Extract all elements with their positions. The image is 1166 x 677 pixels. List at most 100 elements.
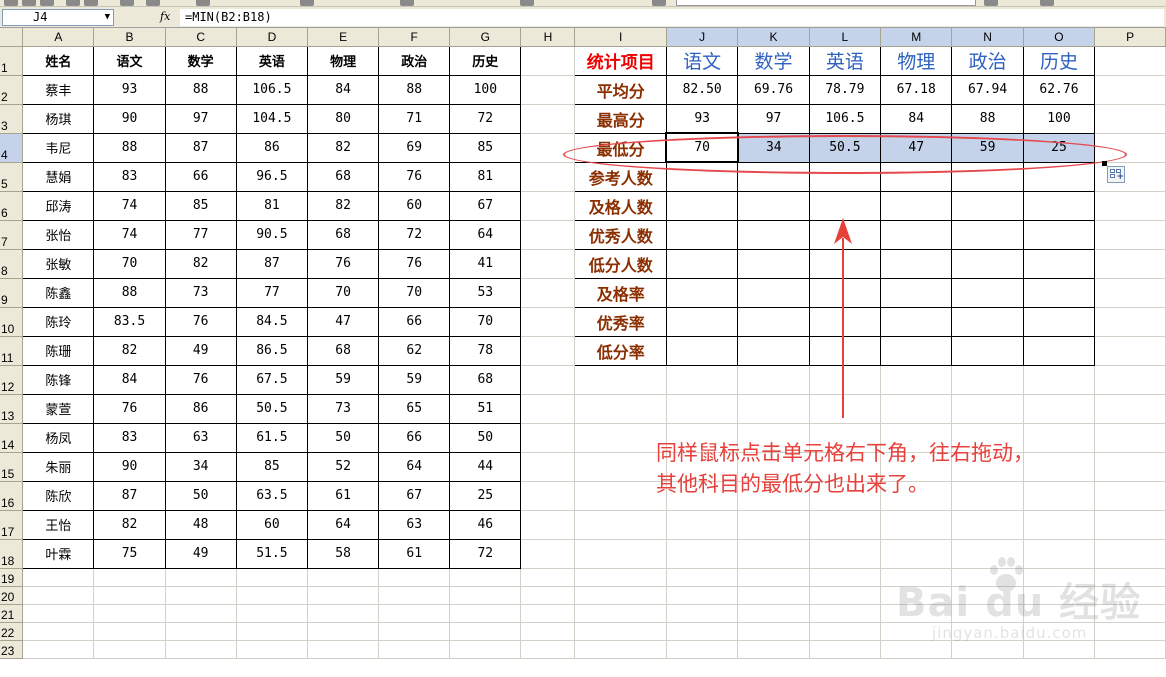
stat-label-cell[interactable]: 低分人数 <box>574 248 667 279</box>
toolbar-button[interactable] <box>196 0 210 6</box>
score-cell[interactable]: 50 <box>449 422 522 453</box>
fx-icon[interactable]: fx <box>160 10 170 23</box>
score-cell[interactable]: 51.5 <box>235 538 309 569</box>
score-cell[interactable]: 84.5 <box>235 306 309 337</box>
score-cell[interactable]: 63 <box>378 509 451 540</box>
cell[interactable] <box>574 640 667 659</box>
cell[interactable] <box>1094 220 1166 250</box>
column-header[interactable]: F <box>378 28 451 47</box>
score-cell[interactable]: 76 <box>93 393 166 424</box>
row-header[interactable]: 1 <box>0 46 24 76</box>
stat-value-cell[interactable]: 25 <box>1022 132 1096 163</box>
stat-value-cell[interactable] <box>880 161 953 192</box>
stat-value-cell[interactable] <box>1022 248 1096 279</box>
cell[interactable] <box>520 46 576 76</box>
cell[interactable] <box>1094 622 1166 641</box>
stat-label-cell[interactable]: 及格人数 <box>574 190 667 221</box>
stat-value-cell[interactable] <box>880 335 953 366</box>
score-cell[interactable]: 58 <box>307 538 380 569</box>
score-cell[interactable]: 49 <box>164 538 237 569</box>
active-cell[interactable]: 70 <box>665 132 739 163</box>
row-header[interactable]: 17 <box>0 510 24 540</box>
stat-value-cell[interactable]: 82.50 <box>665 74 739 105</box>
cell[interactable] <box>520 510 576 540</box>
score-cell[interactable]: 82 <box>93 335 166 366</box>
score-cell[interactable]: 85 <box>164 190 237 221</box>
cell[interactable] <box>574 568 667 587</box>
stat-value-cell[interactable]: 34 <box>737 132 810 163</box>
row-header[interactable]: 4 <box>0 133 24 163</box>
cell[interactable] <box>1094 604 1166 623</box>
cell[interactable] <box>520 307 576 337</box>
cell[interactable] <box>236 640 309 659</box>
stat-value-cell[interactable] <box>1022 335 1096 366</box>
toolbar-button[interactable] <box>652 0 666 6</box>
cell[interactable] <box>737 640 810 659</box>
score-cell[interactable]: 82 <box>164 248 237 279</box>
score-cell[interactable]: 67.5 <box>235 364 309 395</box>
stat-value-cell[interactable] <box>737 219 810 250</box>
score-cell[interactable]: 63 <box>164 422 237 453</box>
score-cell[interactable]: 84 <box>307 74 380 105</box>
cell[interactable] <box>1094 568 1166 587</box>
stat-value-cell[interactable] <box>880 248 953 279</box>
stat-label-cell[interactable]: 低分率 <box>574 335 667 366</box>
cell[interactable] <box>666 539 739 569</box>
row-header[interactable]: 6 <box>0 191 24 221</box>
cell[interactable] <box>520 365 576 395</box>
select-all-corner[interactable] <box>0 28 24 47</box>
cell[interactable] <box>93 640 166 659</box>
cell[interactable] <box>737 622 810 641</box>
toolbar-button[interactable] <box>984 0 998 6</box>
stat-value-cell[interactable] <box>737 190 810 221</box>
score-cell[interactable]: 76 <box>378 248 451 279</box>
stat-value-cell[interactable] <box>808 335 882 366</box>
cell[interactable] <box>737 568 810 587</box>
cell[interactable] <box>1094 191 1166 221</box>
stat-label-cell[interactable]: 参考人数 <box>574 161 667 192</box>
cell[interactable] <box>809 568 882 587</box>
row-header[interactable]: 21 <box>0 604 24 623</box>
name-cell[interactable]: 陈锋 <box>22 364 95 395</box>
stat-value-cell[interactable] <box>951 335 1024 366</box>
score-cell[interactable]: 69 <box>378 132 451 163</box>
stat-value-cell[interactable] <box>808 277 882 308</box>
stat-value-cell[interactable]: 88 <box>951 103 1024 134</box>
score-cell[interactable]: 73 <box>164 277 237 308</box>
cell[interactable] <box>378 622 451 641</box>
row-header[interactable]: 13 <box>0 394 24 424</box>
cell[interactable] <box>449 604 522 623</box>
score-cell[interactable]: 61 <box>307 480 380 511</box>
toolbar-button[interactable] <box>22 0 36 6</box>
toolbar-field[interactable] <box>676 0 976 6</box>
score-cell[interactable]: 66 <box>378 306 451 337</box>
cell[interactable] <box>520 336 576 366</box>
name-cell[interactable]: 陈欣 <box>22 480 95 511</box>
row-header[interactable]: 12 <box>0 365 24 395</box>
cell[interactable] <box>951 640 1024 659</box>
header-cell[interactable]: 政治 <box>378 45 451 76</box>
cell[interactable] <box>520 133 576 163</box>
stat-label-cell[interactable]: 平均分 <box>574 74 667 105</box>
score-cell[interactable]: 72 <box>449 103 522 134</box>
cell[interactable] <box>1094 539 1166 569</box>
cell[interactable] <box>93 586 166 605</box>
score-cell[interactable]: 74 <box>93 219 166 250</box>
header-cell[interactable]: 语文 <box>93 45 166 76</box>
stat-value-cell[interactable] <box>1022 219 1096 250</box>
stat-value-cell[interactable]: 69.76 <box>737 74 810 105</box>
name-cell[interactable]: 陈鑫 <box>22 277 95 308</box>
cell[interactable] <box>737 586 810 605</box>
score-cell[interactable]: 80 <box>307 103 380 134</box>
score-cell[interactable]: 86 <box>164 393 237 424</box>
score-cell[interactable]: 64 <box>449 219 522 250</box>
cell[interactable] <box>165 568 237 587</box>
cell[interactable] <box>1023 510 1096 540</box>
cell[interactable] <box>1023 622 1096 641</box>
name-cell[interactable]: 陈珊 <box>22 335 95 366</box>
score-cell[interactable]: 44 <box>449 451 522 482</box>
score-cell[interactable]: 53 <box>449 277 522 308</box>
score-cell[interactable]: 86 <box>235 132 309 163</box>
cell[interactable] <box>449 640 522 659</box>
cell[interactable] <box>574 539 667 569</box>
